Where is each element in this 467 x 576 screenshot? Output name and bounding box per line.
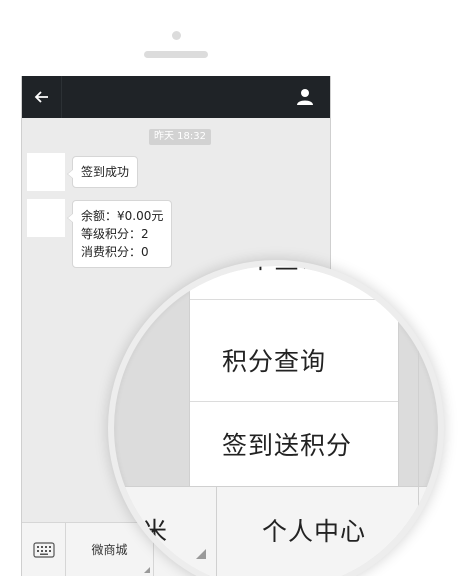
menu-tab-label[interactable]: 米 xyxy=(142,512,167,548)
message-text: 消费积分：0 xyxy=(81,245,149,259)
popup-menu: 订单查询 积分查询 签到送积分 xyxy=(189,266,399,486)
menu-item-label: 签到送积分 xyxy=(222,431,353,460)
divider xyxy=(418,487,419,576)
phone-camera-dot xyxy=(172,31,181,40)
bot-avatar xyxy=(27,153,65,191)
profile-button[interactable] xyxy=(290,76,320,118)
submenu-corner-icon xyxy=(196,549,206,559)
top-bar xyxy=(22,76,330,118)
menu-item-order-query[interactable]: 订单查询 xyxy=(190,266,398,300)
message-bubble: 签到成功 xyxy=(66,156,139,188)
bot-avatar xyxy=(27,199,65,237)
menu-item-label: 积分查询 xyxy=(222,346,327,376)
menu-item-points-query[interactable]: 积分查询 xyxy=(190,318,398,402)
menu-tab-personal-center[interactable]: 个人中心 xyxy=(262,512,366,548)
arrow-left-icon xyxy=(34,91,48,103)
magnified-view: 订单查询 积分查询 签到送积分 米 个人中心 xyxy=(114,266,438,576)
menu-item-checkin-points[interactable]: 签到送积分 xyxy=(190,402,398,486)
message-bubble: 余额：¥0.00元 等级积分：2 消费积分：0 xyxy=(66,200,173,268)
magnified-bottom-bar: 米 个人中心 xyxy=(114,486,438,576)
magnifier-lens: 订单查询 积分查询 签到送积分 米 个人中心 xyxy=(108,260,444,576)
user-icon xyxy=(297,89,313,105)
keyboard-icon xyxy=(32,541,55,558)
keyboard-toggle-button[interactable] xyxy=(22,523,66,576)
back-button[interactable] xyxy=(22,76,62,118)
message-text: 签到成功 xyxy=(81,165,130,179)
divider xyxy=(216,487,217,576)
message-text: 等级积分：2 xyxy=(81,227,149,241)
phone-speaker xyxy=(144,51,208,58)
message-text: 余额：¥0.00元 xyxy=(81,209,164,223)
divider xyxy=(418,266,419,486)
message-timestamp: 昨天 18:32 xyxy=(149,129,211,145)
